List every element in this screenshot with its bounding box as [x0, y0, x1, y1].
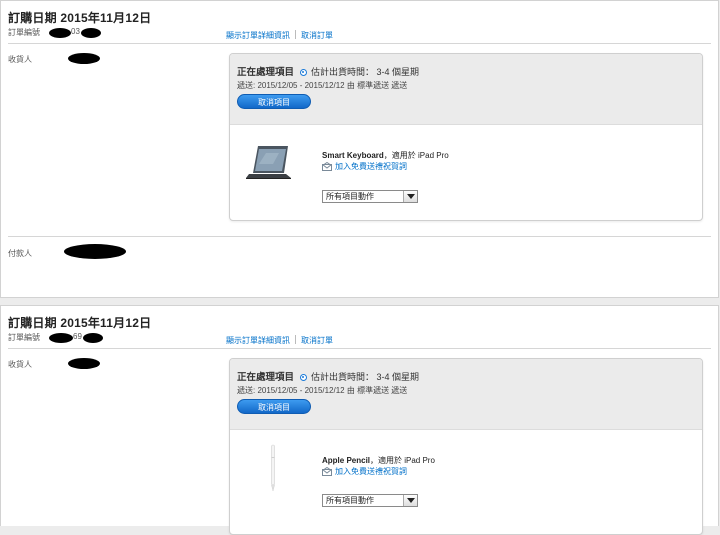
order-number-fragment: 69 [73, 332, 82, 341]
ship-estimate: 估計出貨時間： 3-4 個星期 [311, 67, 420, 77]
item-actions-select[interactable]: 所有項目動作 [322, 494, 418, 507]
order-card: 訂購日期 2015年11月12日 訂單編號 69 顯示訂單詳細資訊 取消訂單 收貨… [0, 305, 719, 535]
show-order-details-link[interactable]: 顯示訂單詳細資訊 [226, 31, 290, 40]
item-status-header: 正在處理項目 估計出貨時間： 3-4 個星期 遞送: 2015/12/05 - … [230, 54, 702, 125]
order-date: 訂購日期 2015年11月12日 [8, 11, 152, 25]
divider [8, 236, 711, 237]
smart-keyboard-image [246, 146, 291, 179]
redacted-order-number [49, 28, 71, 38]
gift-message-label: 加入免費送禮祝賀詞 [335, 467, 407, 476]
order-links: 顯示訂單詳細資訊 取消訂單 [226, 335, 333, 346]
redacted-recipient [68, 358, 100, 369]
apple-pencil-image [271, 444, 275, 492]
product-title: Smart Keyboard [322, 151, 384, 160]
redacted-order-number [81, 28, 101, 38]
item-status-header: 正在處理項目 估計出貨時間： 3-4 個星期 遞送: 2015/12/05 - … [230, 359, 702, 430]
divider [8, 43, 711, 44]
delivery-window: 遞送: 2015/12/05 - 2015/12/12 由 標準遞送 遞送 [237, 386, 408, 395]
radio-dot-icon [299, 374, 307, 381]
show-order-details-link[interactable]: 顯示訂單詳細資訊 [226, 336, 290, 345]
recipient-label: 收貨人 [8, 360, 32, 369]
ship-estimate: 估計出貨時間： 3-4 個星期 [311, 372, 420, 382]
redacted-order-number [83, 333, 103, 343]
envelope-icon [322, 466, 332, 476]
product-name: Smart Keyboard，適用於 iPad Pro [322, 150, 449, 161]
order-card: 訂購日期 2015年11月12日 訂單編號 03 顯示訂單詳細資訊 取消訂單 收貨… [0, 0, 719, 298]
product-compat: ，適用於 iPad Pro [370, 456, 435, 465]
chevron-down-icon[interactable] [403, 495, 417, 506]
gift-message-link[interactable]: 加入免費送禮祝賀詞 [322, 161, 407, 172]
order-number-label: 訂單編號 [8, 28, 40, 37]
divider [8, 348, 711, 349]
link-divider [295, 335, 296, 344]
cancel-order-link[interactable]: 取消訂單 [301, 336, 333, 345]
redacted-payer [64, 244, 126, 259]
link-divider [295, 30, 296, 39]
redacted-recipient [68, 53, 100, 64]
order-date: 訂購日期 2015年11月12日 [8, 316, 152, 330]
status-line: 正在處理項目 估計出貨時間： 3-4 個星期 [237, 64, 419, 78]
order-number-fragment: 03 [71, 27, 80, 36]
item-status: 正在處理項目 [237, 67, 295, 78]
chevron-down-icon[interactable] [403, 191, 417, 202]
gift-message-label: 加入免費送禮祝賀詞 [335, 162, 407, 171]
product-title: Apple Pencil [322, 456, 371, 465]
product-name: Apple Pencil，適用於 iPad Pro [322, 455, 435, 466]
radio-dot-icon [299, 69, 307, 76]
order-links: 顯示訂單詳細資訊 取消訂單 [226, 30, 333, 41]
item-actions-value: 所有項目動作 [326, 192, 374, 201]
delivery-window: 遞送: 2015/12/05 - 2015/12/12 由 標準遞送 遞送 [237, 81, 408, 90]
cancel-item-button[interactable]: 取消項目 [237, 399, 311, 414]
item-actions-value: 所有項目動作 [326, 496, 374, 505]
order-item-card: 正在處理項目 估計出貨時間： 3-4 個星期 遞送: 2015/12/05 - … [229, 358, 703, 535]
cancel-item-button[interactable]: 取消項目 [237, 94, 311, 109]
cancel-order-link[interactable]: 取消訂單 [301, 31, 333, 40]
redacted-order-number [49, 333, 73, 343]
status-line: 正在處理項目 估計出貨時間： 3-4 個星期 [237, 369, 419, 383]
envelope-icon [322, 161, 332, 171]
item-status: 正在處理項目 [237, 372, 295, 383]
payer-label: 付款人 [8, 249, 32, 258]
recipient-label: 收貨人 [8, 55, 32, 64]
item-actions-select[interactable]: 所有項目動作 [322, 190, 418, 203]
order-item-card: 正在處理項目 估計出貨時間： 3-4 個星期 遞送: 2015/12/05 - … [229, 53, 703, 221]
order-number-label: 訂單編號 [8, 333, 40, 342]
product-compat: ，適用於 iPad Pro [383, 151, 449, 160]
gift-message-link[interactable]: 加入免費送禮祝賀詞 [322, 466, 407, 477]
